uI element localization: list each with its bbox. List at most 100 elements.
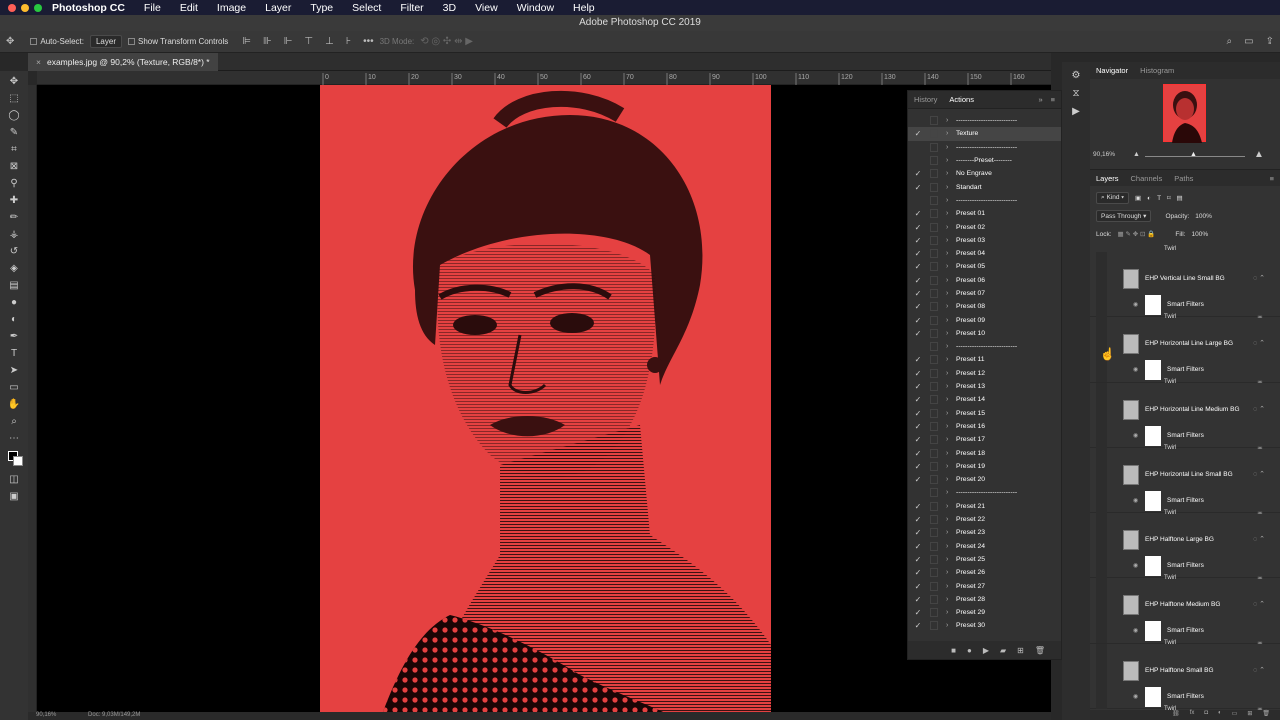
smart-filter-mask[interactable]: [1145, 295, 1161, 315]
action-checkmark-icon[interactable]: ✓: [910, 289, 926, 298]
smart-filter-mask[interactable]: [1145, 556, 1161, 577]
action-item[interactable]: › ---------------------------: [908, 114, 1061, 127]
lock-icons[interactable]: ▦ ✎ ✥ ⊡ 🔒: [1118, 230, 1156, 238]
expand-arrow-icon[interactable]: ›: [946, 516, 956, 523]
background-color[interactable]: [13, 456, 23, 466]
expand-arrow-icon[interactable]: ›: [946, 250, 956, 257]
layer-row[interactable]: EHP Horizontal Line Medium BG ◌ ⌃ ◉ Smart F…: [1090, 382, 1280, 452]
dialog-toggle[interactable]: [930, 515, 938, 525]
screen-mode-icon[interactable]: ▣: [5, 488, 23, 505]
auto-select-checkbox[interactable]: [30, 38, 38, 45]
collapse-panel-icon[interactable]: »: [1038, 95, 1042, 104]
filter-adjustment-icon[interactable]: ◐: [1147, 195, 1151, 202]
action-checkmark-icon[interactable]: ✓: [910, 249, 926, 258]
dialog-toggle[interactable]: [930, 368, 938, 378]
panel-menu-icon[interactable]: ≡: [1051, 95, 1055, 104]
smart-filters-label[interactable]: Smart Filters: [1167, 366, 1204, 373]
layer-row[interactable]: EHP Halftone Medium BG ◌ ⌃ ◉ Smart Filters T…: [1090, 578, 1280, 647]
expand-arrow-icon[interactable]: ›: [946, 144, 956, 151]
dialog-toggle[interactable]: [930, 129, 938, 139]
smart-filters-label[interactable]: Smart Filters: [1167, 497, 1204, 504]
layer-thumbnail[interactable]: [1123, 334, 1139, 355]
action-checkmark-icon[interactable]: ✓: [910, 475, 926, 484]
blend-mode-dropdown[interactable]: Pass Through ▾: [1096, 210, 1152, 222]
zoom-window-icon[interactable]: [34, 3, 42, 12]
layer-thumbnail[interactable]: [1123, 660, 1139, 681]
action-item[interactable]: ✓ › Preset 24: [908, 540, 1061, 553]
color-swatches[interactable]: [5, 447, 23, 471]
close-tab-icon[interactable]: ×: [36, 57, 41, 67]
expand-arrow-icon[interactable]: ›: [946, 117, 956, 124]
expand-arrow-icon[interactable]: ›: [946, 396, 956, 403]
layer-name[interactable]: EHP Horizontal Line Small BG: [1145, 471, 1233, 478]
expand-arrow-icon[interactable]: ›: [946, 622, 956, 629]
action-item[interactable]: › ---------------------------: [908, 141, 1061, 154]
action-item[interactable]: ✓ › Preset 22: [908, 513, 1061, 526]
fill-value[interactable]: 100%: [1191, 231, 1208, 238]
dialog-toggle[interactable]: [930, 395, 938, 405]
dialog-toggle[interactable]: [930, 461, 938, 471]
dialog-toggle[interactable]: [930, 275, 938, 285]
group-icon[interactable]: ▭: [1232, 710, 1238, 720]
action-checkmark-icon[interactable]: ✓: [910, 236, 926, 245]
expand-arrow-icon[interactable]: ›: [946, 317, 956, 324]
dialog-toggle[interactable]: [930, 621, 938, 631]
record-icon[interactable]: ●: [967, 646, 972, 655]
pen-icon[interactable]: ✒: [5, 328, 23, 345]
action-checkmark-icon[interactable]: ✓: [910, 449, 926, 458]
zoom-out-icon[interactable]: ▲: [1133, 151, 1140, 158]
visibility-toggle[interactable]: [1096, 513, 1107, 579]
smart-filter-mask[interactable]: [1145, 686, 1161, 707]
menu-filter[interactable]: Filter: [400, 2, 423, 14]
gradient-icon[interactable]: ▤: [5, 277, 23, 294]
action-checkmark-icon[interactable]: ✓: [910, 382, 926, 391]
delete-icon[interactable]: 🗑: [1035, 646, 1045, 655]
menu-help[interactable]: Help: [573, 2, 595, 14]
layer-row[interactable]: EHP Horizontal Line Large BG ◌ ⌃ ◉ Smart Fi…: [1090, 317, 1280, 386]
action-item[interactable]: › ---------------------------: [908, 194, 1061, 207]
action-item[interactable]: ✓ › Preset 04: [908, 247, 1061, 260]
new-layer-icon[interactable]: ⊞: [1247, 710, 1252, 720]
trash-icon[interactable]: 🗑: [1262, 710, 1270, 720]
expand-arrow-icon[interactable]: ›: [946, 263, 956, 270]
smart-object-icon[interactable]: ◌ ⌃: [1253, 666, 1265, 674]
dialog-toggle[interactable]: [930, 209, 938, 219]
expand-arrow-icon[interactable]: ›: [946, 290, 956, 297]
visibility-toggle[interactable]: [1096, 447, 1107, 513]
share-icon[interactable]: ⇪: [1266, 36, 1274, 47]
action-item[interactable]: ✓ › Preset 25: [908, 553, 1061, 566]
layer-name[interactable]: EHP Horizontal Line Large BG: [1145, 340, 1233, 347]
dialog-toggle[interactable]: [930, 262, 938, 272]
dialog-toggle[interactable]: [930, 408, 938, 418]
smart-object-icon[interactable]: ◌ ⌃: [1253, 274, 1265, 282]
stamp-icon[interactable]: ⚶: [5, 226, 23, 243]
layer-thumbnail[interactable]: [1123, 530, 1139, 551]
expand-arrow-icon[interactable]: ›: [946, 569, 956, 576]
eye-icon[interactable]: ◉: [1133, 627, 1138, 634]
dialog-toggle[interactable]: [930, 488, 938, 498]
3d-orbit-icon[interactable]: ⟲ ◎ ✣ ⇹ ▶: [420, 36, 473, 47]
action-item[interactable]: ✓ › Preset 23: [908, 526, 1061, 539]
eye-icon[interactable]: ◉: [1133, 693, 1138, 700]
action-item[interactable]: ✓ › Preset 01: [908, 207, 1061, 220]
action-item[interactable]: ✓ › Preset 20: [908, 473, 1061, 486]
action-checkmark-icon[interactable]: ✓: [910, 502, 926, 511]
layer-row[interactable]: EHP Horizontal Line Small BG ◌ ⌃ ◉ Smart Fi…: [1090, 447, 1280, 517]
action-checkmark-icon[interactable]: ✓: [910, 608, 926, 617]
expand-arrow-icon[interactable]: ›: [946, 436, 956, 443]
brush-icon[interactable]: ✏: [5, 209, 23, 226]
quick-select-icon[interactable]: ✎: [5, 124, 23, 141]
tab-paths[interactable]: Paths: [1168, 174, 1199, 183]
align-right-icon[interactable]: ⊩: [284, 36, 293, 47]
smart-object-icon[interactable]: ◌ ⌃: [1253, 470, 1265, 478]
distribute-icon[interactable]: ⊦: [346, 36, 351, 47]
expand-arrow-icon[interactable]: ›: [946, 423, 956, 430]
tab-navigator[interactable]: Navigator: [1090, 66, 1134, 75]
dialog-toggle[interactable]: [930, 541, 938, 551]
dialog-toggle[interactable]: [930, 382, 938, 392]
action-item[interactable]: ✓ › Preset 13: [908, 380, 1061, 393]
history-icon[interactable]: ⧖: [1072, 88, 1079, 99]
action-item[interactable]: ✓ › Preset 08: [908, 300, 1061, 313]
align-left-icon[interactable]: ⊫: [242, 36, 251, 47]
visibility-toggle[interactable]: [1096, 578, 1107, 644]
